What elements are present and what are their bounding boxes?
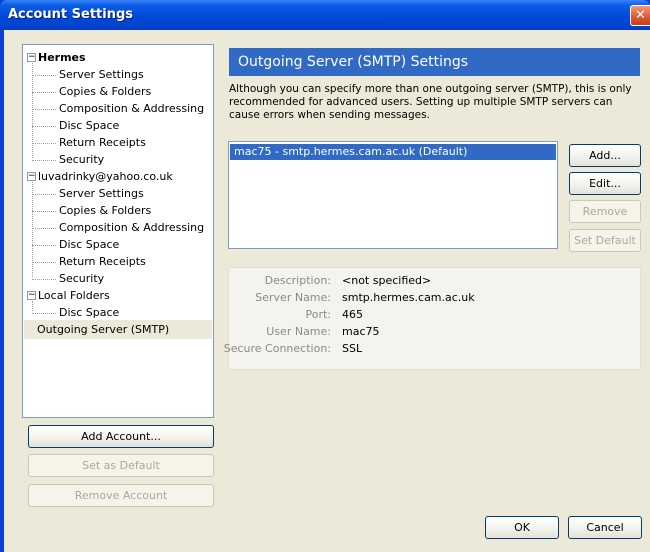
tree-connector [32, 92, 56, 93]
user-name-label: User Name: [266, 325, 331, 338]
tree-child-item[interactable]: Disc Space [59, 304, 119, 321]
tree-child-item[interactable]: Return Receipts [59, 253, 146, 270]
smtp-description: Although you can specify more than one o… [229, 83, 632, 121]
tree-connector [32, 182, 33, 277]
tree-connector [32, 63, 33, 158]
tree-child-item[interactable]: Security [59, 270, 104, 287]
smtp-server-item[interactable]: mac75 - smtp.hermes.cam.ac.uk (Default) [230, 144, 556, 160]
tree-account-item[interactable]: Local Folders [38, 287, 110, 304]
tree-account-item[interactable]: Hermes [38, 49, 86, 66]
tree-connector [32, 228, 56, 229]
collapse-toggle-icon[interactable]: − [27, 53, 36, 62]
tree-child-item[interactable]: Disc Space [59, 117, 119, 134]
tree-connector [32, 262, 56, 263]
port-value: 465 [342, 308, 363, 321]
tree-connector [32, 279, 56, 280]
tree-child-item[interactable]: Copies & Folders [59, 83, 151, 100]
server-name-value: smtp.hermes.cam.ac.uk [342, 291, 475, 304]
tree-connector [32, 194, 56, 195]
port-label: Port: [305, 308, 331, 321]
secure-connection-value: SSL [342, 342, 363, 355]
tree-connector [32, 143, 56, 144]
tree-connector [32, 126, 56, 127]
panel-title: Outgoing Server (SMTP) Settings [229, 48, 640, 76]
tree-connector [32, 109, 56, 110]
collapse-toggle-icon[interactable]: − [27, 172, 36, 181]
server-details-panel: Description: <not specified> Server Name… [224, 267, 641, 370]
tree-outgoing-server-item[interactable]: Outgoing Server (SMTP) [37, 321, 169, 338]
tree-child-item[interactable]: Server Settings [59, 66, 144, 83]
edit-server-button[interactable]: Edit... [569, 172, 641, 195]
tree-child-item[interactable]: Copies & Folders [59, 202, 151, 219]
tree-connector [32, 160, 56, 161]
collapse-toggle-icon[interactable]: − [27, 291, 36, 300]
title-bar[interactable]: Account Settings ✕ [0, 0, 650, 30]
remove-account-button[interactable]: Remove Account [28, 484, 214, 507]
tree-connector [32, 313, 56, 314]
tree-connector [32, 301, 33, 311]
tree-account-item[interactable]: luvadrinky@yahoo.co.uk [38, 168, 173, 185]
tree-connector [32, 75, 56, 76]
set-default-server-button[interactable]: Set Default [569, 229, 641, 252]
tree-child-item[interactable]: Composition & Addressing [59, 219, 204, 236]
close-icon[interactable]: ✕ [630, 5, 650, 26]
server-name-label: Server Name: [255, 291, 331, 304]
set-as-default-button[interactable]: Set as Default [28, 454, 214, 477]
ok-button[interactable]: OK [485, 516, 559, 539]
description-label: Description: [264, 274, 331, 287]
tree-connector [32, 211, 56, 212]
tree-child-item[interactable]: Composition & Addressing [59, 100, 204, 117]
description-value: <not specified> [342, 274, 432, 287]
cancel-button[interactable]: Cancel [568, 516, 642, 539]
add-account-button[interactable]: Add Account... [28, 425, 214, 448]
tree-child-item[interactable]: Server Settings [59, 185, 144, 202]
add-server-button[interactable]: Add... [569, 144, 641, 167]
user-name-value: mac75 [342, 325, 380, 338]
smtp-server-list[interactable]: mac75 - smtp.hermes.cam.ac.uk (Default) [228, 141, 558, 249]
tree-child-item[interactable]: Return Receipts [59, 134, 146, 151]
account-tree[interactable]: − Hermes Server Settings Copies & Folders Co… [22, 44, 214, 418]
window-title: Account Settings [8, 7, 134, 22]
tree-child-item[interactable]: Security [59, 151, 104, 168]
secure-connection-label: Secure Connection: [223, 342, 331, 355]
account-settings-window: Account Settings ✕ − Hermes Server Setting… [0, 0, 650, 552]
tree-child-item[interactable]: Disc Space [59, 236, 119, 253]
remove-server-button[interactable]: Remove [569, 200, 641, 223]
tree-connector [32, 245, 56, 246]
